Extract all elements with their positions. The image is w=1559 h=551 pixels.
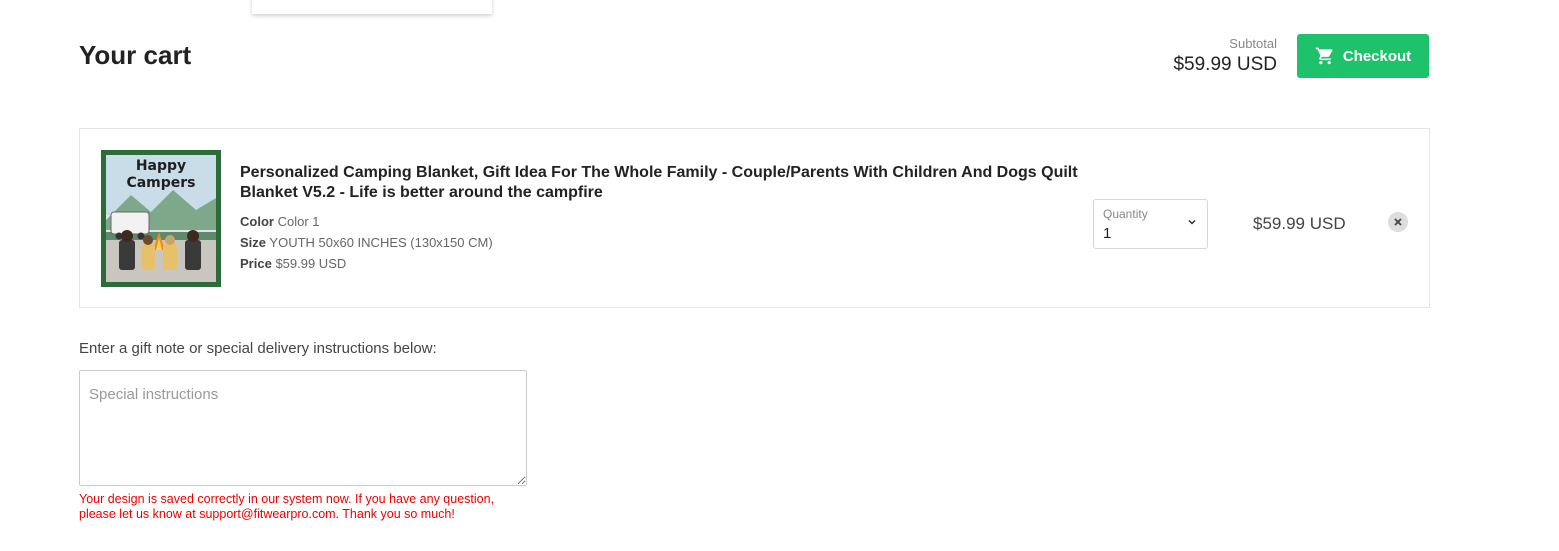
product-image[interactable]: Happy Campers [101,150,221,287]
property-size: Size YOUTH 50x60 INCHES (130x150 CM) [240,235,493,250]
cart-item: Happy Campers Personalized Camping Blank… [79,128,1430,308]
cart-icon [1315,47,1333,65]
property-price: Price $59.99 USD [240,256,347,271]
close-icon [1394,218,1402,226]
special-instructions-input[interactable] [79,370,527,486]
checkout-label: Checkout [1342,47,1412,65]
subtotal-label: Subtotal [1229,36,1277,51]
quantity-label: Quantity [1103,207,1148,221]
page-title: Your cart [79,40,192,70]
chevron-down-icon [1188,219,1196,225]
svg-text:Happy: Happy [136,158,186,174]
design-saved-message: Your design is saved correctly in our sy… [79,492,495,521]
dropdown-panel [252,0,492,14]
note-label: Enter a gift note or special delivery in… [79,340,437,357]
svg-text:Campers: Campers [126,175,195,191]
item-info: Personalized Camping Blanket, Gift Idea … [240,163,1080,274]
quantity-select[interactable]: Quantity 1 [1093,199,1208,249]
quantity-value: 1 [1103,225,1112,242]
remove-item-button[interactable] [1388,212,1408,232]
line-price: $59.99 USD [1253,214,1346,233]
subtotal-amount: $59.99 USD [1173,54,1277,75]
product-title[interactable]: Personalized Camping Blanket, Gift Idea … [240,163,1080,203]
property-color: Color Color 1 [240,214,320,229]
subtotal: Subtotal $59.99 USD [1173,36,1277,76]
checkout-button[interactable]: Checkout [1297,34,1429,78]
